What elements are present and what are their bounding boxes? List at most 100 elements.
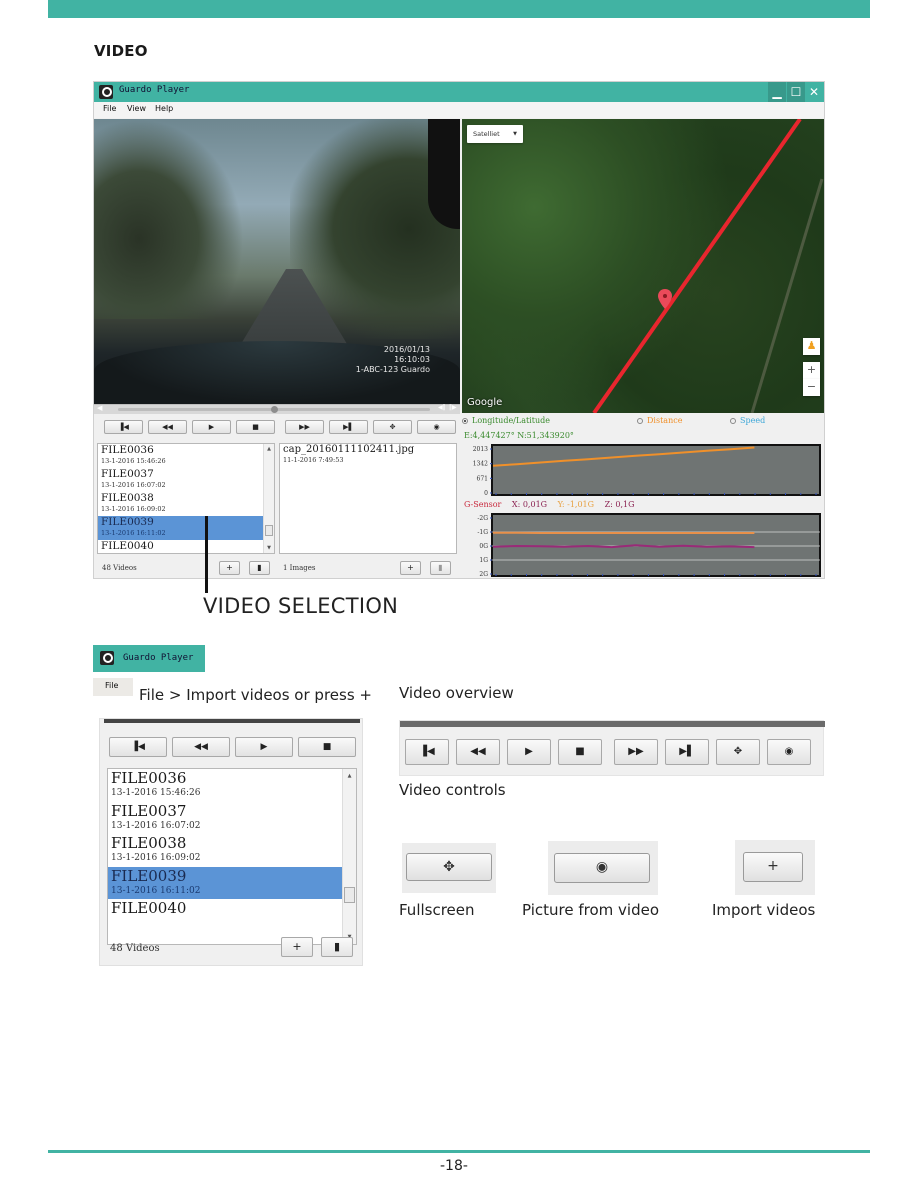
overlay-plate: 1-ABC-123 Guardo — [355, 365, 430, 374]
list-item[interactable]: FILE0038 13-1-2016 16:09:02 — [98, 492, 274, 516]
list-item[interactable]: FILE0040 — [98, 540, 274, 553]
fullscreen-button[interactable]: ✥ — [406, 853, 492, 881]
radio-distance[interactable]: Distance — [637, 416, 682, 425]
y-tick-label: 671 — [477, 475, 488, 482]
seek-thumb[interactable] — [271, 406, 278, 413]
snapshot-crop: ◉ — [548, 841, 658, 895]
map-marker-icon[interactable] — [658, 289, 672, 309]
video-list[interactable]: FILE0036 13-1-2016 15:46:26 FILE0037 13-… — [97, 443, 275, 554]
list-item[interactable]: cap_20160111102411.jpg 11-1-2016 7:49:53 — [280, 444, 456, 465]
divider — [104, 719, 360, 723]
play-button[interactable]: ▶ — [235, 737, 293, 757]
fullscreen-button[interactable]: ✥ — [373, 420, 412, 434]
zoom-in-button[interactable]: + — [803, 362, 820, 379]
overlay-time: 16:10:03 — [394, 355, 430, 364]
add-image-button[interactable]: + — [400, 561, 421, 575]
street-view-pegman-icon[interactable]: ♟ — [803, 338, 820, 355]
scroll-up-icon[interactable]: ▲ — [343, 773, 356, 779]
radio-longitude-latitude[interactable]: Longitude/Latitude — [462, 416, 550, 425]
scroll-up-icon[interactable]: ▲ — [264, 446, 274, 452]
route-path — [592, 119, 802, 413]
gsensor-y: Y: -1,01G — [557, 500, 595, 509]
menu-file[interactable]: File — [103, 104, 116, 113]
video-date: 13-1-2016 16:07:02 — [111, 820, 201, 831]
map-type-select[interactable]: Satelliet ▼ — [467, 125, 523, 143]
list-item-selected[interactable]: FILE0039 13-1-2016 16:11:02 — [98, 516, 274, 540]
trash-icon: ▮ — [333, 940, 341, 953]
video-list-scrollbar[interactable]: ▲ ▼ — [342, 769, 356, 944]
previous-button[interactable]: ▐◀ — [104, 420, 143, 434]
video-selection-label: VIDEO SELECTION — [203, 594, 399, 618]
list-item[interactable]: FILE0038 13-1-2016 16:09:02 — [108, 834, 356, 867]
snapshot-button[interactable]: ◉ — [554, 853, 650, 883]
video-scene — [428, 119, 460, 229]
add-video-button[interactable]: + — [219, 561, 240, 575]
add-video-button[interactable]: + — [281, 937, 313, 957]
video-scene — [94, 119, 244, 319]
video-name: FILE0039 — [101, 516, 154, 528]
maximize-button[interactable]: ☐ — [787, 82, 805, 102]
map-view[interactable]: Satelliet ▼ ♟ + − Google — [462, 119, 824, 413]
import-hint: File > Import videos or press + — [139, 686, 372, 704]
minimize-button[interactable]: ▁ — [768, 82, 786, 102]
y-tick-label: 0 — [484, 490, 488, 497]
zoom-out-button[interactable]: − — [803, 379, 820, 396]
video-controls: ▐◀ ◀◀ ▶ ■ ▶▶ ▶▌ ✥ ◉ — [94, 420, 460, 438]
video-list-scrollbar[interactable]: ▲ ▼ — [263, 444, 274, 553]
list-item[interactable]: FILE0037 13-1-2016 16:07:02 — [98, 468, 274, 492]
stop-button[interactable]: ■ — [558, 739, 602, 765]
import-videos-button[interactable]: + — [743, 852, 803, 882]
delete-video-button[interactable]: ▮ — [321, 937, 353, 957]
video-list[interactable]: FILE0036 13-1-2016 15:46:26 FILE0037 13-… — [107, 768, 357, 945]
rewind-button[interactable]: ◀◀ — [148, 420, 187, 434]
next-button[interactable]: ▶▌ — [329, 420, 368, 434]
trash-icon: ▮ — [257, 563, 262, 572]
radio-label: Speed — [740, 416, 766, 425]
file-menu-crop[interactable]: File — [93, 678, 133, 696]
video-name: FILE0039 — [111, 866, 187, 885]
fullscreen-button[interactable]: ✥ — [716, 739, 760, 765]
video-controls-crop: ▐◀ ◀◀ ▶ ■ ▶▶ ▶▌ ✥ ◉ — [399, 720, 825, 776]
scroll-thumb[interactable] — [344, 887, 355, 903]
play-button[interactable]: ▶ — [192, 420, 231, 434]
close-button[interactable]: ✕ — [805, 82, 823, 102]
rewind-button[interactable]: ◀◀ — [456, 739, 500, 765]
map-type-value: Satelliet — [473, 130, 500, 138]
radio-speed[interactable]: Speed — [730, 416, 765, 425]
next-button[interactable]: ▶▌ — [665, 739, 709, 765]
stop-button[interactable]: ■ — [236, 420, 275, 434]
frame-forward-icon[interactable]: ‖▶ — [449, 404, 457, 411]
scroll-thumb[interactable] — [265, 525, 273, 536]
delete-video-button[interactable]: ▮ — [249, 561, 270, 575]
menu-help[interactable]: Help — [155, 104, 173, 113]
menu-bar: File View Help — [94, 102, 824, 118]
list-item[interactable]: FILE0036 13-1-2016 15:46:26 — [108, 769, 356, 802]
stop-button[interactable]: ■ — [298, 737, 356, 757]
fast-forward-button[interactable]: ▶▶ — [614, 739, 658, 765]
video-preview[interactable]: 2016/01/13 16:10:03 1-ABC-123 Guardo — [94, 119, 460, 404]
frame-back-icon[interactable]: ◀‖ — [438, 404, 446, 411]
previous-button[interactable]: ▐◀ — [405, 739, 449, 765]
play-button[interactable]: ▶ — [507, 739, 551, 765]
fast-forward-button[interactable]: ▶▶ — [285, 420, 324, 434]
overlay-date: 2016/01/13 — [383, 345, 430, 354]
scroll-down-icon[interactable]: ▼ — [264, 545, 274, 551]
volume-icon[interactable]: ◀ — [97, 404, 102, 412]
app-title: Guardo Player — [123, 653, 194, 663]
list-item[interactable]: FILE0040 — [108, 899, 356, 932]
title-bar-crop: Guardo Player — [93, 645, 205, 672]
seek-bar[interactable]: ◀ ◀‖ ‖▶ — [94, 404, 460, 414]
snapshot-button[interactable]: ◉ — [417, 420, 456, 434]
header-accent-bar — [48, 0, 870, 18]
snapshot-button[interactable]: ◉ — [767, 739, 811, 765]
video-date: 13-1-2016 15:46:26 — [101, 457, 166, 465]
previous-button[interactable]: ▐◀ — [109, 737, 167, 757]
image-list[interactable]: cap_20160111102411.jpg 11-1-2016 7:49:53 — [279, 443, 457, 554]
video-date: 13-1-2016 16:09:02 — [111, 853, 201, 863]
menu-view[interactable]: View — [127, 104, 146, 113]
list-item[interactable]: FILE0037 13-1-2016 16:07:02 — [108, 802, 356, 835]
list-item-selected[interactable]: FILE0039 13-1-2016 16:11:02 — [108, 866, 356, 899]
rewind-button[interactable]: ◀◀ — [172, 737, 230, 757]
delete-image-button[interactable]: ▮ — [430, 561, 451, 575]
list-item[interactable]: FILE0036 13-1-2016 15:46:26 — [98, 444, 274, 468]
